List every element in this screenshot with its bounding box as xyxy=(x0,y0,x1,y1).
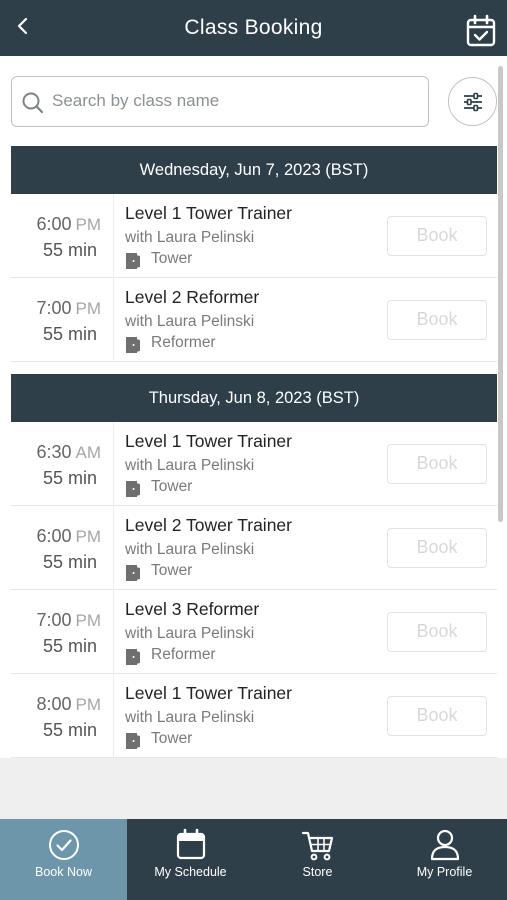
class-duration: 55 min xyxy=(42,636,97,656)
class-name[interactable]: Level 2 Reformer xyxy=(125,287,259,308)
class-time: 7:00 PM xyxy=(11,610,109,631)
room-label: Tower xyxy=(151,562,193,579)
row-divider xyxy=(113,422,114,506)
class-time: 7:00 PM xyxy=(11,298,109,319)
time-ampm: PM xyxy=(75,611,102,630)
book-button[interactable]: Book xyxy=(387,528,487,568)
day-header: Thursday, Jun 8, 2023 (BST) xyxy=(11,374,497,422)
time-ampm: PM xyxy=(75,527,102,546)
class-row: 6:00 PM 55 min Level 1 Tower Trainer with… xyxy=(11,194,497,278)
door-icon xyxy=(126,481,140,497)
search-icon xyxy=(22,92,44,114)
time-ampm: AM xyxy=(75,443,102,462)
tab-store[interactable]: Store xyxy=(254,819,381,900)
room-label: Tower xyxy=(151,478,193,495)
bottom-tab-bar: Book Now My Schedule Store My Profile xyxy=(0,819,507,900)
tab-my-profile[interactable]: My Profile xyxy=(381,819,507,900)
class-time: 6:30 AM xyxy=(11,442,109,463)
door-icon xyxy=(126,649,140,665)
book-button[interactable]: Book xyxy=(387,444,487,484)
search-box[interactable] xyxy=(11,76,429,127)
time-value: 6:00 xyxy=(36,526,72,546)
class-time: 8:00 PM xyxy=(11,694,109,715)
class-name[interactable]: Level 1 Tower Trainer xyxy=(125,431,292,452)
row-divider xyxy=(113,590,114,674)
person-icon xyxy=(430,829,460,861)
tab-label: Book Now xyxy=(35,865,92,879)
class-list-panel: Wednesday, Jun 7, 2023 (BST) 6:00PM 55 m… xyxy=(0,56,507,758)
class-instructor: with Laura Pelinski xyxy=(125,313,255,330)
page-title: Class Booking xyxy=(184,16,323,39)
door-icon xyxy=(126,733,140,749)
time-value: 6:00 xyxy=(36,214,72,234)
book-button[interactable]: Book xyxy=(387,216,487,256)
app-header: Class Booking xyxy=(0,0,507,56)
door-icon xyxy=(126,565,140,581)
book-button[interactable]: Book xyxy=(387,612,487,652)
tab-label: My Profile xyxy=(416,865,473,879)
day-header: Wednesday, Jun 7, 2023 (BST) xyxy=(11,146,497,194)
class-time: 6:00 PM xyxy=(11,526,109,547)
time-ampm: PM xyxy=(75,299,102,318)
book-button[interactable]: Book xyxy=(387,300,487,340)
calendar-icon xyxy=(176,828,206,860)
class-name[interactable]: Level 1 Tower Trainer xyxy=(125,203,292,224)
class-row: 7:00 PM 55 min Level 2 Reformer with Laur… xyxy=(11,278,497,362)
tab-my-schedule[interactable]: My Schedule xyxy=(127,819,254,900)
time-value: 8:00 xyxy=(36,694,72,714)
door-icon xyxy=(126,253,140,269)
tab-book-now[interactable]: Book Now xyxy=(0,819,127,900)
class-duration: 55 min xyxy=(42,324,97,344)
tab-label: My Schedule xyxy=(154,865,227,879)
cart-icon xyxy=(301,831,334,861)
time-value: 6:30 xyxy=(36,442,72,462)
filter-button[interactable] xyxy=(448,77,497,126)
class-duration: 55 min xyxy=(42,720,97,740)
time-value: 7:00 xyxy=(36,298,72,318)
class-duration: 55 min xyxy=(42,240,97,260)
class-name[interactable]: Level 1 Tower Trainer xyxy=(125,683,292,704)
door-icon xyxy=(126,337,140,353)
room-label: Reformer xyxy=(151,646,216,663)
time-ampm: PM xyxy=(75,215,102,234)
class-instructor: with Laura Pelinski xyxy=(125,625,255,642)
scrollbar[interactable] xyxy=(498,66,503,522)
class-instructor: with Laura Pelinski xyxy=(125,457,255,474)
class-name[interactable]: Level 3 Reformer xyxy=(125,599,259,620)
search-input[interactable] xyxy=(52,85,412,117)
row-divider xyxy=(113,674,114,758)
class-name[interactable]: Level 2 Tower Trainer xyxy=(125,515,292,536)
class-duration: 55 min xyxy=(42,468,97,488)
sliders-icon xyxy=(464,92,482,112)
time-ampm: PM xyxy=(75,695,102,714)
room-label: Reformer xyxy=(151,334,216,351)
class-row: 6:30 AM 55 min Level 1 Tower Trainer with… xyxy=(11,422,497,506)
class-instructor: with Laura Pelinski xyxy=(125,229,255,246)
row-divider xyxy=(113,194,114,278)
time-value: 7:00 xyxy=(36,610,72,630)
class-duration: 55 min xyxy=(42,552,97,572)
calendar-check-icon[interactable] xyxy=(465,14,497,48)
room-label: Tower xyxy=(151,250,193,267)
tab-label: Store xyxy=(302,865,333,879)
check-circle-icon xyxy=(49,830,79,860)
class-time: 6:00 PM xyxy=(11,214,109,235)
class-row: 8:00 PM 55 min Level 1 Tower Trainer with… xyxy=(11,674,497,758)
class-instructor: with Laura Pelinski xyxy=(125,541,255,558)
class-row: 6:00 PM 55 min Level 2 Tower Trainer with… xyxy=(11,506,497,590)
class-row: 7:00 PM 55 min Level 3 Reformer with Laur… xyxy=(11,590,497,674)
row-divider xyxy=(113,278,114,362)
row-divider xyxy=(113,506,114,590)
book-button[interactable]: Book xyxy=(387,696,487,736)
class-instructor: with Laura Pelinski xyxy=(125,709,255,726)
room-label: Tower xyxy=(151,730,193,747)
